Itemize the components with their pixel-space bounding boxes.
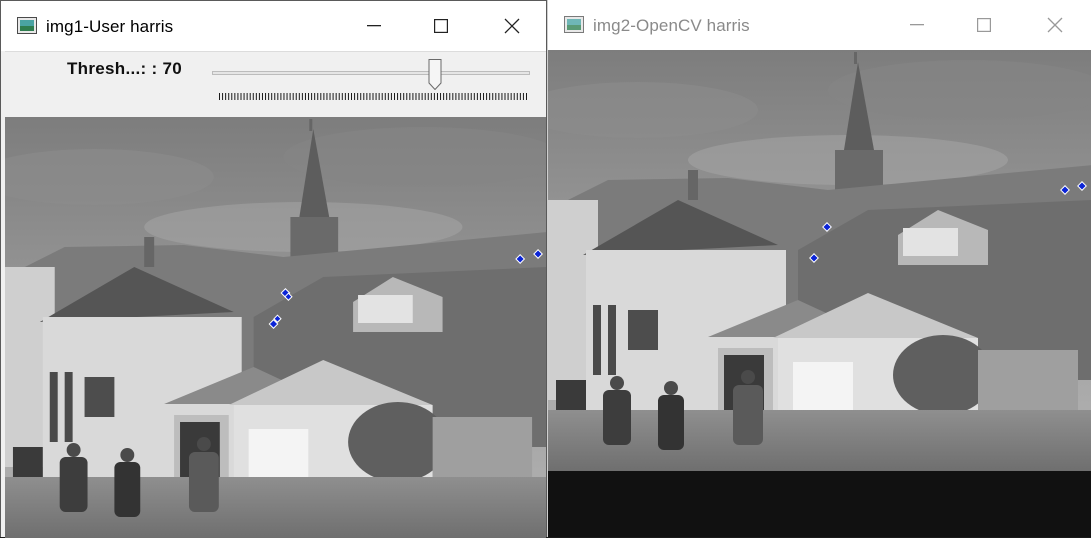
window-title: img1-User harris [46, 17, 174, 36]
close-icon [1047, 17, 1063, 33]
trackbar-ticks [219, 93, 527, 100]
trackbar-track[interactable] [212, 71, 530, 75]
trackbar-panel: Thresh...: : 70 [5, 51, 546, 118]
trackbar-label: Thresh...: : 70 [67, 59, 183, 78]
maximize-button[interactable] [406, 1, 476, 51]
minimize-icon [910, 24, 924, 26]
window-title: img2-OpenCV harris [593, 16, 750, 35]
image-view-opencv-harris [548, 50, 1091, 471]
app-icon [17, 17, 37, 34]
image-view-user-harris [5, 117, 546, 538]
close-icon [504, 18, 520, 34]
close-button[interactable] [477, 1, 547, 51]
titlebar[interactable]: img2-OpenCV harris [548, 0, 1091, 50]
window-opencv-harris: img2-OpenCV harris [547, 0, 1091, 537]
trackbar-thumb[interactable] [428, 59, 442, 90]
minimize-button[interactable] [882, 0, 952, 50]
app-icon [564, 16, 584, 33]
maximize-button[interactable] [949, 0, 1019, 50]
titlebar[interactable]: img1-User harris [1, 1, 546, 51]
maximize-icon [434, 19, 448, 33]
window-user-harris: img1-User harris Thresh...: : 70 [0, 0, 547, 537]
close-button[interactable] [1020, 0, 1090, 50]
maximize-icon [977, 18, 991, 32]
minimize-button[interactable] [339, 1, 409, 51]
minimize-icon [367, 25, 381, 27]
